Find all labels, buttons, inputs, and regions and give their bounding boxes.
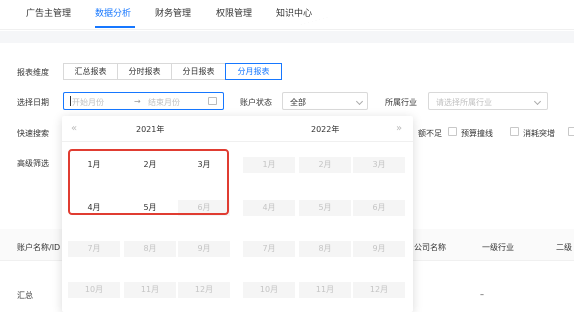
chevron-down-icon [355, 97, 364, 106]
quick-check-low-balance-label[interactable]: 额不足 [418, 128, 442, 139]
right-panel-month-cell: 6月 [353, 200, 405, 216]
right-panel-month-cell: 11月 [299, 282, 351, 298]
end-month-input[interactable]: 结束月份 [148, 97, 180, 108]
nav-item-knowledge[interactable]: 知识中心 [276, 6, 312, 19]
right-panel-month-cell: 7月 [243, 241, 295, 257]
left-panel-month-cell: 11月 [124, 282, 176, 298]
right-panel-month-cell: 4月 [243, 200, 295, 216]
industry-select[interactable]: 请选择所属行业 [428, 92, 548, 110]
nav-item-permissions[interactable]: 权限管理 [216, 6, 252, 19]
top-nav: 广告主管理 数据分析 财务管理 权限管理 知识中心 [0, 0, 574, 30]
text-cursor [70, 96, 71, 106]
nav-item-advertiser[interactable]: 广告主管理 [26, 6, 71, 19]
nav-item-finance[interactable]: 财务管理 [155, 6, 191, 19]
month-range-input[interactable]: 开始月份 → 结束月份 [63, 92, 224, 110]
right-panel-month-cell: 8月 [299, 241, 351, 257]
column-primary-industry: 一级行业 [482, 243, 514, 252]
column-company-name: 公司名称 [414, 243, 446, 252]
tab-hourly-report[interactable]: 分时报表 [117, 63, 172, 80]
right-panel-month-cell: 3月 [353, 157, 405, 173]
section-divider [0, 31, 574, 43]
industry-placeholder: 请选择所属行业 [436, 98, 492, 107]
picker-divider [62, 141, 413, 142]
column-secondary-industry: 二级 [556, 243, 572, 252]
more-checkbox[interactable] [568, 127, 574, 136]
right-panel-year[interactable]: 2022年 [311, 124, 339, 135]
advanced-filter-label: 高级筛选 [17, 159, 49, 168]
account-status-value: 全部 [290, 98, 306, 107]
right-panel-month-cell: 1月 [243, 157, 295, 173]
right-panel-month-cell: 10月 [243, 282, 295, 298]
left-panel-month-cell: 12月 [178, 282, 230, 298]
calendar-icon [208, 97, 217, 105]
start-month-input[interactable]: 开始月份 [72, 97, 104, 108]
account-status-label: 账户状态 [240, 98, 272, 107]
range-arrow-icon: → [134, 97, 141, 106]
right-panel-month-cell: 2月 [299, 157, 351, 173]
left-panel-year[interactable]: 2021年 [136, 124, 164, 135]
next-year-button[interactable]: » [396, 123, 402, 134]
chevron-down-icon [533, 97, 542, 106]
column-account-name: 账户名称/ID [17, 243, 61, 252]
date-label: 选择日期 [17, 98, 49, 107]
right-panel-month-cell: 9月 [353, 241, 405, 257]
spend-surge-checkbox[interactable] [510, 127, 519, 136]
left-panel-month-cell: 9月 [178, 241, 230, 257]
summary-dash: – [480, 290, 484, 299]
left-panel-month-cell: 7月 [68, 241, 120, 257]
report-dimension-label: 报表维度 [17, 68, 49, 77]
industry-label: 所属行业 [385, 98, 417, 107]
annotation-highlight-box [68, 149, 229, 215]
tab-monthly-report[interactable]: 分月报表 [225, 63, 282, 80]
tab-daily-report[interactable]: 分日报表 [171, 63, 226, 80]
left-panel-month-cell: 10月 [68, 282, 120, 298]
account-status-select[interactable]: 全部 [282, 92, 368, 110]
prev-year-button[interactable]: « [71, 123, 77, 134]
tab-summary-report[interactable]: 汇总报表 [63, 63, 118, 80]
budget-cap-label[interactable]: 预算撞线 [461, 128, 493, 139]
quick-search-label: 快速搜索 [17, 129, 49, 138]
summary-row-label: 汇总 [17, 291, 33, 300]
right-panel-month-cell: 12月 [353, 282, 405, 298]
spend-surge-label[interactable]: 消耗突增 [523, 128, 555, 139]
budget-cap-checkbox[interactable] [448, 127, 457, 136]
nav-item-data-analysis[interactable]: 数据分析 [95, 6, 131, 19]
right-panel-month-cell: 5月 [299, 200, 351, 216]
nav-active-indicator [95, 26, 135, 28]
left-panel-month-cell: 8月 [124, 241, 176, 257]
